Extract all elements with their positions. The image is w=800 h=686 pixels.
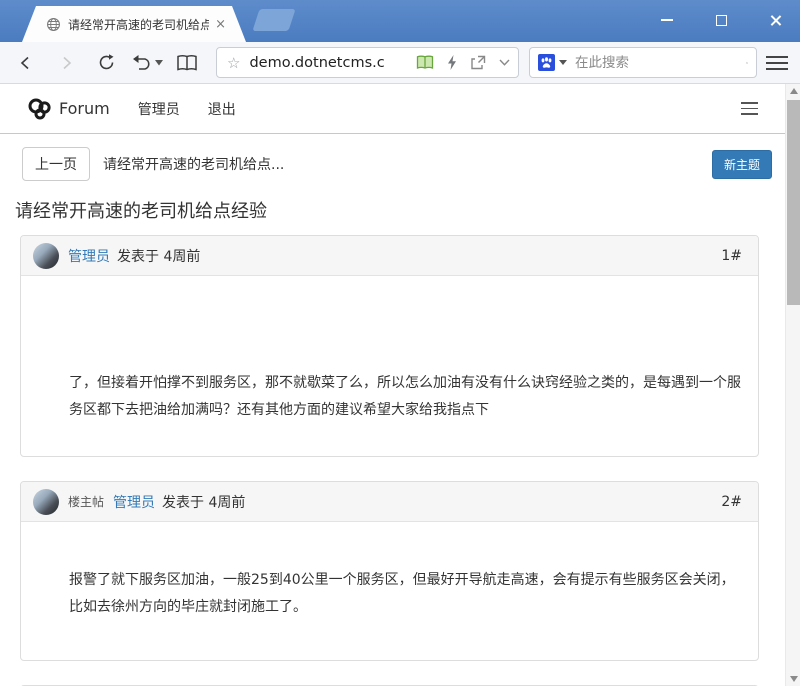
previous-page-button[interactable]: 上一页 xyxy=(22,147,90,181)
forward-icon xyxy=(58,55,74,71)
page-menu-icon[interactable] xyxy=(741,102,758,114)
favorites-book-icon[interactable] xyxy=(416,55,434,70)
new-topic-button[interactable]: 新主题 xyxy=(712,150,772,179)
post-body: 报警了就下服务区加油，一般25到40公里一个服务区，但最好开导航走高速，会有提示… xyxy=(21,522,758,660)
back-icon xyxy=(18,55,34,71)
post-header: 楼主帖 管理员 发表于 4周前 2# xyxy=(21,482,758,522)
url-text[interactable]: demo.dotnetcms.c xyxy=(249,55,410,71)
brand-label: Forum xyxy=(59,99,110,118)
post-timestamp: 发表于 4周前 xyxy=(117,246,200,266)
page-viewport: Forum 管理员 退出 上一页 请经常开高速的老司机给点... 新主题 请经常… xyxy=(0,84,800,686)
post-header: 管理员 发表于 4周前 1# xyxy=(21,236,758,276)
scroll-down-icon[interactable] xyxy=(786,672,800,686)
thread-title: 请经常开高速的老司机给点经验 xyxy=(15,197,800,223)
site-brand[interactable]: Forum xyxy=(28,98,110,120)
undo-icon xyxy=(132,54,152,71)
tab-title: 请经常开高速的老司机给点经验 xyxy=(68,16,209,33)
share-icon[interactable] xyxy=(470,55,486,70)
chevron-down-icon[interactable] xyxy=(499,59,510,66)
tab-close-icon[interactable]: × xyxy=(215,17,226,32)
post-timestamp: 发表于 4周前 xyxy=(162,492,245,512)
refresh-button[interactable] xyxy=(92,48,120,78)
address-bar-icons xyxy=(416,55,510,70)
site-navbar: Forum 管理员 退出 xyxy=(0,84,800,134)
globe-icon xyxy=(46,17,61,32)
back-button[interactable] xyxy=(12,48,40,78)
undo-button[interactable] xyxy=(128,48,166,78)
breadcrumb: 上一页 请经常开高速的老司机给点... 新主题 xyxy=(22,147,772,181)
forward-button[interactable] xyxy=(52,48,80,78)
browser-toolbar: ☆ demo.dotnetcms.c xyxy=(0,42,800,84)
forum-logo-icon xyxy=(28,98,52,120)
post-author-link[interactable]: 管理员 xyxy=(68,246,110,266)
address-bar[interactable]: ☆ demo.dotnetcms.c xyxy=(216,47,519,78)
post-floor-number: 1# xyxy=(721,248,742,264)
op-badge: 楼主帖 xyxy=(68,493,104,510)
browser-tab[interactable]: 请经常开高速的老司机给点经验 × xyxy=(22,6,246,42)
post-floor-number: 2# xyxy=(721,494,742,510)
search-icon[interactable] xyxy=(746,55,748,71)
post-card: 管理员 发表于 4周前 1# 了，但接着开怕撑不到服务区，那不就歇菜了么，所以怎… xyxy=(20,235,759,457)
avatar[interactable] xyxy=(33,243,59,269)
browser-titlebar: 请经常开高速的老司机给点经验 × xyxy=(0,0,800,42)
window-controls xyxy=(652,6,790,34)
lightning-icon[interactable] xyxy=(447,55,457,70)
post-card: 楼主帖 管理员 发表于 4周前 2# 报警了就下服务区加油，一般25到40公里一… xyxy=(20,481,759,661)
post-author-link[interactable]: 管理员 xyxy=(113,492,155,512)
refresh-icon xyxy=(97,53,116,72)
close-icon xyxy=(769,14,782,27)
search-input[interactable] xyxy=(575,55,746,71)
minimize-button[interactable] xyxy=(652,6,682,34)
nav-link-admin[interactable]: 管理员 xyxy=(138,99,180,119)
page-scrollbar[interactable] xyxy=(785,84,800,686)
browser-menu-button[interactable] xyxy=(766,56,788,70)
bookmark-star-icon[interactable]: ☆ xyxy=(227,54,240,72)
baidu-search-engine-icon[interactable] xyxy=(538,54,555,71)
book-icon xyxy=(176,54,198,72)
scroll-up-icon[interactable] xyxy=(786,84,800,98)
new-tab-button[interactable] xyxy=(252,9,295,31)
breadcrumb-topic: 请经常开高速的老司机给点... xyxy=(103,154,284,174)
close-button[interactable] xyxy=(760,6,790,34)
post-list: 管理员 发表于 4周前 1# 了，但接着开怕撑不到服务区，那不就歇菜了么，所以怎… xyxy=(20,235,759,686)
minimize-icon xyxy=(661,19,673,21)
search-engine-dropdown-icon[interactable] xyxy=(559,60,567,65)
reading-mode-button[interactable] xyxy=(172,48,202,78)
avatar[interactable] xyxy=(33,489,59,515)
maximize-button[interactable] xyxy=(706,6,736,34)
nav-link-logout[interactable]: 退出 xyxy=(208,99,236,119)
search-box[interactable] xyxy=(529,47,757,78)
post-body: 了，但接着开怕撑不到服务区，那不就歇菜了么，所以怎么加油有没有什么诀窍经验之类的… xyxy=(21,276,758,456)
scrollbar-thumb[interactable] xyxy=(787,100,800,305)
maximize-icon xyxy=(716,15,727,26)
undo-dropdown-icon xyxy=(155,60,163,66)
